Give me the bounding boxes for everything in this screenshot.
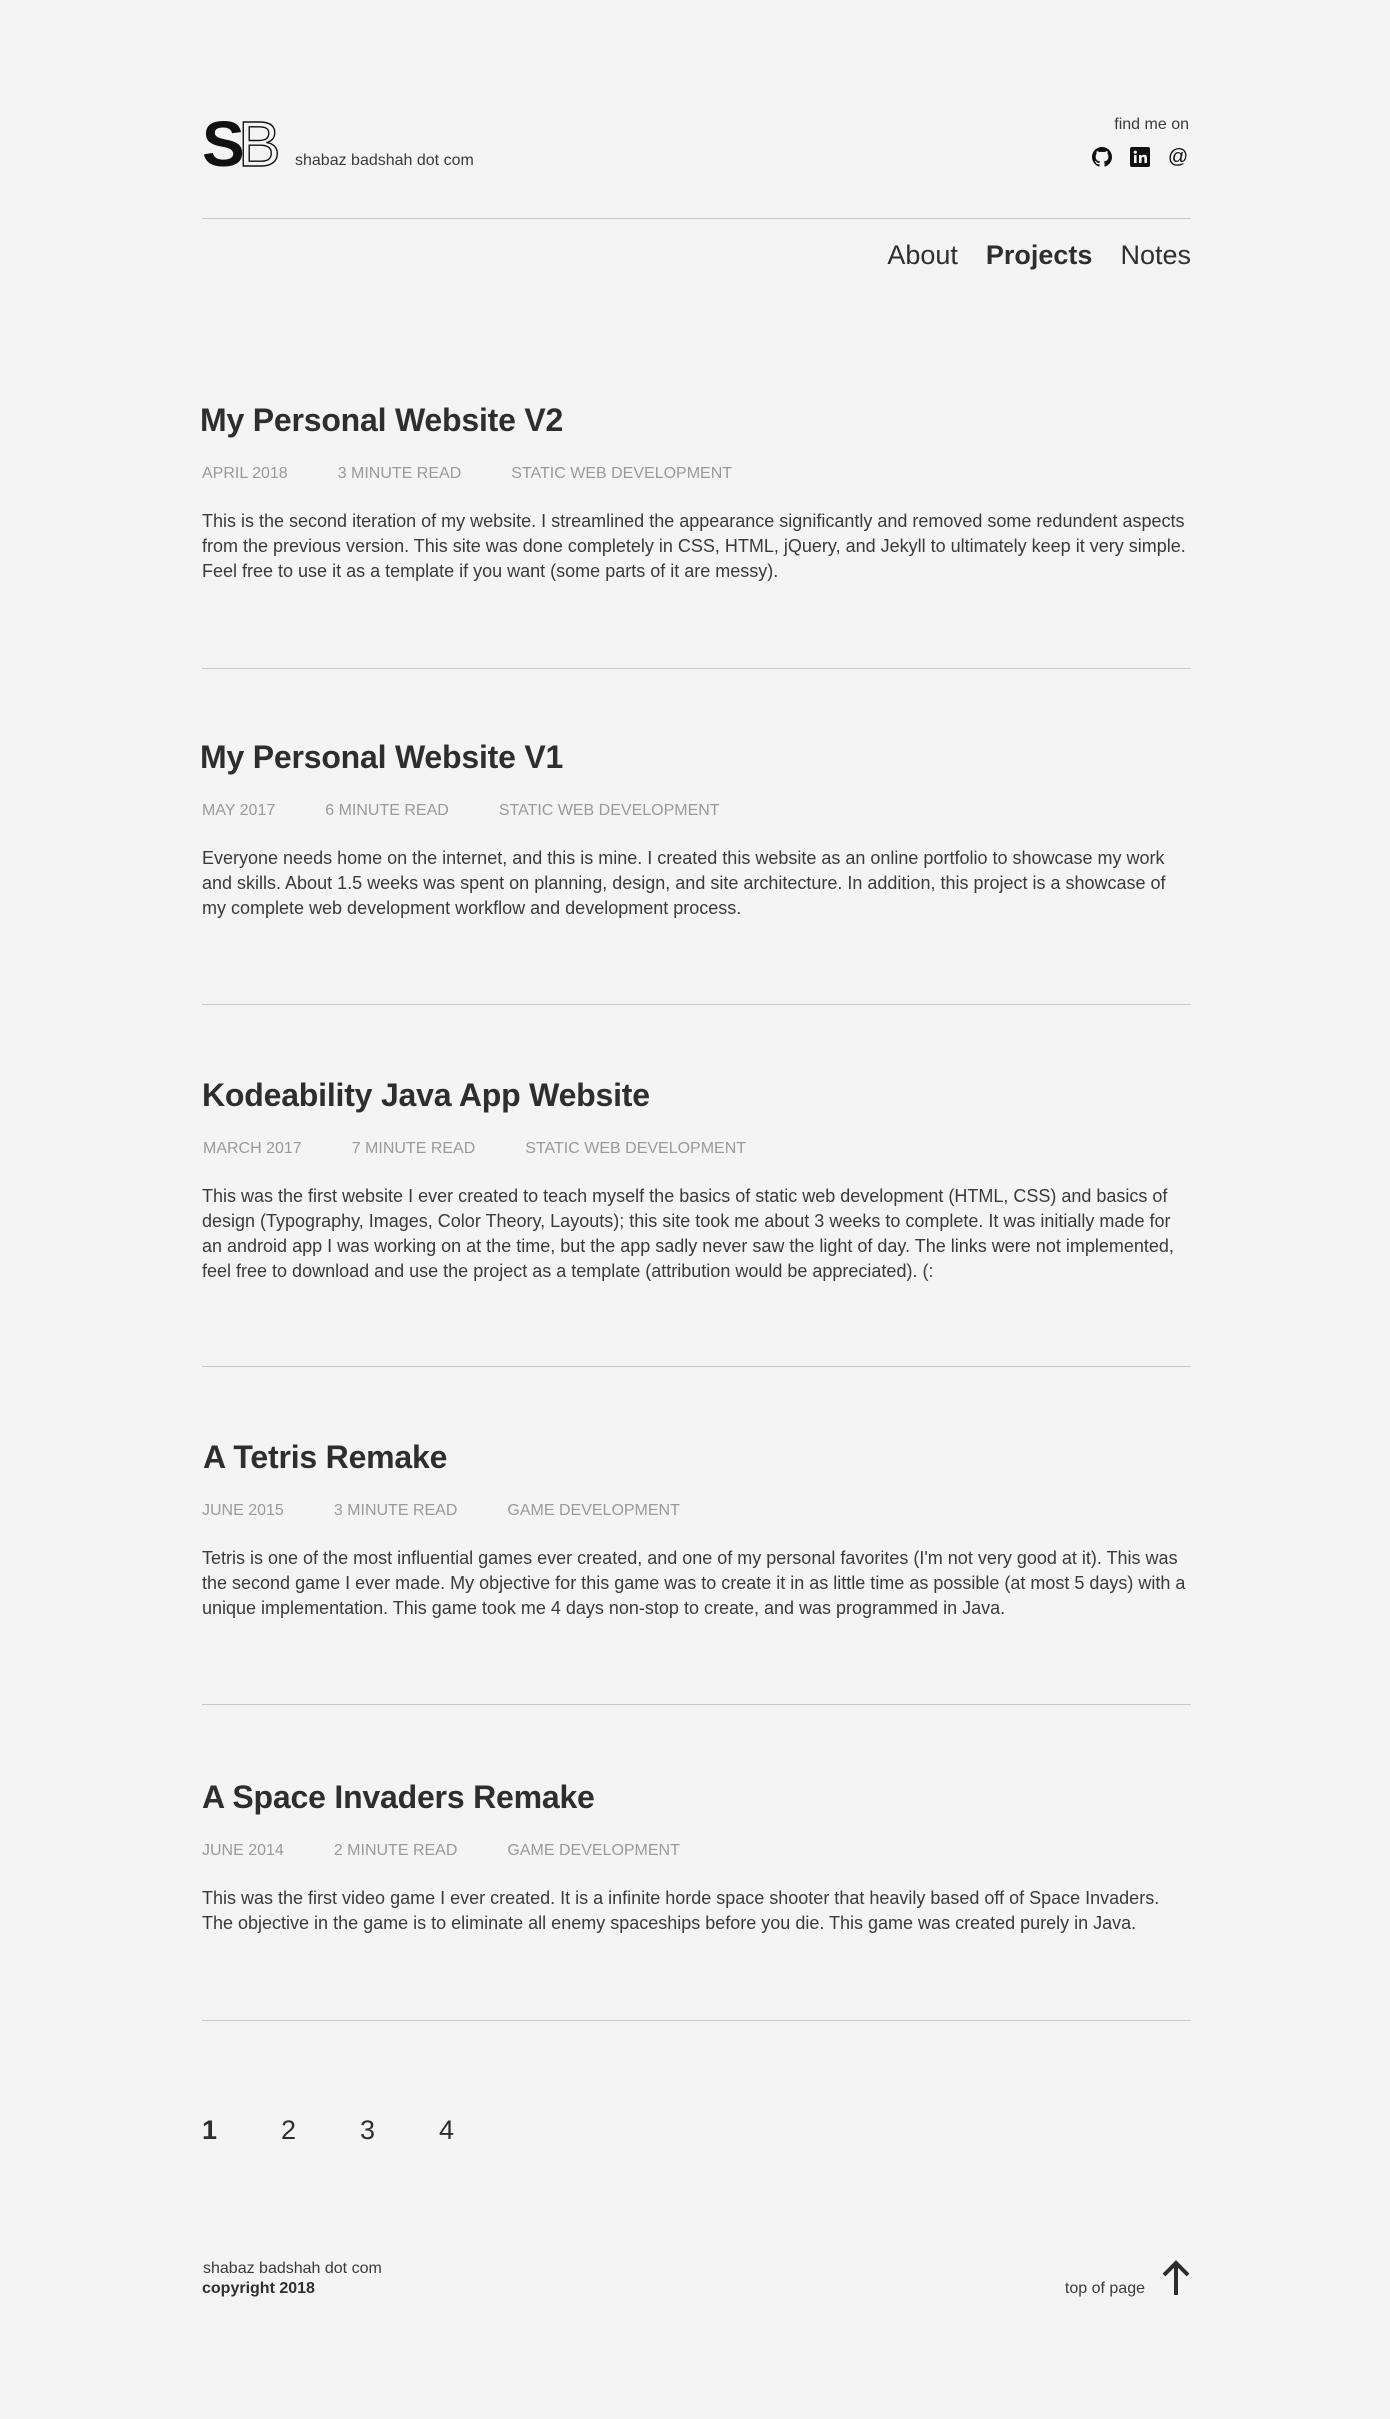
post-divider — [202, 1704, 1191, 1705]
post-title[interactable]: My Personal Website V2 — [200, 402, 1191, 439]
nav-item-notes[interactable]: Notes — [1120, 240, 1191, 271]
arrow-up-icon[interactable] — [1161, 2259, 1191, 2302]
page-link-3[interactable]: 3 — [360, 2115, 378, 2146]
footer-copyright: copyright 2018 — [202, 2280, 315, 2297]
post-divider — [202, 1366, 1191, 1367]
post-excerpt: Everyone needs home on the internet, and… — [202, 848, 1166, 918]
post-category[interactable]: STATIC WEB DEVELOPMENT — [525, 1140, 746, 1158]
site-header: S B shabaz badshah dot com find me on @ — [202, 116, 1191, 176]
post-meta: JUNE 2015 3 MINUTE READ GAME DEVELOPMENT — [202, 1502, 1191, 1520]
footer-site-name[interactable]: shabaz badshah dot com — [203, 2260, 382, 2278]
post-category[interactable]: GAME DEVELOPMENT — [507, 1842, 679, 1860]
post-date: APRIL 2018 — [202, 465, 288, 482]
post-card: My Personal Website V2 APRIL 2018 3 MINU… — [200, 402, 1191, 602]
main-nav: About Projects Notes — [887, 240, 1191, 271]
post-category[interactable]: GAME DEVELOPMENT — [507, 1502, 679, 1520]
page-link-2[interactable]: 2 — [281, 2115, 299, 2146]
post-card: A Space Invaders Remake JUNE 2014 2 MINU… — [202, 1779, 1191, 1954]
linkedin-icon[interactable] — [1129, 146, 1151, 168]
page-link-1[interactable]: 1 — [202, 2115, 220, 2146]
post-excerpt: This was the first website I ever create… — [202, 1186, 1174, 1281]
post-category[interactable]: STATIC WEB DEVELOPMENT — [499, 802, 720, 820]
nav-item-projects[interactable]: Projects — [986, 240, 1093, 271]
site-name[interactable]: shabaz badshah dot com — [295, 152, 474, 170]
top-of-page-link[interactable]: top of page — [1065, 2280, 1145, 2298]
post-divider — [202, 668, 1191, 669]
post-category[interactable]: STATIC WEB DEVELOPMENT — [511, 465, 732, 483]
post-date: MARCH 2017 — [203, 1140, 302, 1157]
post-meta: MARCH 2017 7 MINUTE READ STATIC WEB DEVE… — [203, 1140, 1191, 1158]
post-read-time: 2 MINUTE READ — [333, 1842, 458, 1859]
post-title[interactable]: My Personal Website V1 — [200, 739, 1191, 776]
post-title[interactable]: A Tetris Remake — [203, 1439, 1191, 1476]
post-read-time: 3 MINUTE READ — [333, 1502, 458, 1519]
post-card: My Personal Website V1 MAY 2017 6 MINUTE… — [200, 739, 1191, 939]
post-excerpt: This is the second iteration of my websi… — [202, 511, 1186, 581]
header-divider — [202, 218, 1191, 219]
post-date: MAY 2017 — [202, 802, 276, 819]
find-me-label: find me on — [1114, 116, 1189, 133]
post-meta: JUNE 2014 2 MINUTE READ GAME DEVELOPMENT — [202, 1842, 1191, 1860]
social-links: @ — [1091, 146, 1189, 168]
post-excerpt: Tetris is one of the most influential ga… — [202, 1548, 1186, 1618]
post-divider — [202, 1004, 1191, 1005]
nav-item-about[interactable]: About — [887, 240, 958, 271]
github-icon[interactable] — [1091, 146, 1113, 168]
email-icon[interactable]: @ — [1167, 146, 1189, 168]
post-card: Kodeability Java App Website MARCH 2017 … — [202, 1077, 1191, 1302]
post-date: JUNE 2015 — [202, 1502, 284, 1519]
post-meta: MAY 2017 6 MINUTE READ STATIC WEB DEVELO… — [202, 802, 1191, 820]
logo-letter-b: B — [238, 116, 278, 170]
post-title[interactable]: Kodeability Java App Website — [202, 1077, 1191, 1114]
post-divider — [202, 2020, 1191, 2021]
post-read-time: 3 MINUTE READ — [337, 465, 462, 482]
post-read-time: 6 MINUTE READ — [325, 802, 449, 819]
post-excerpt: This was the first video game I ever cre… — [202, 1888, 1160, 1933]
post-date: JUNE 2014 — [202, 1842, 284, 1859]
pagination: 1 2 3 4 — [202, 2115, 457, 2146]
logo-monogram: S B — [202, 116, 278, 170]
post-card: A Tetris Remake JUNE 2015 3 MINUTE READ … — [202, 1439, 1191, 1639]
page-link-4[interactable]: 4 — [439, 2115, 457, 2146]
site-logo[interactable]: S B — [202, 116, 278, 170]
post-meta: APRIL 2018 3 MINUTE READ STATIC WEB DEVE… — [202, 465, 1191, 483]
post-title[interactable]: A Space Invaders Remake — [202, 1779, 1191, 1816]
post-read-time: 7 MINUTE READ — [351, 1140, 476, 1157]
